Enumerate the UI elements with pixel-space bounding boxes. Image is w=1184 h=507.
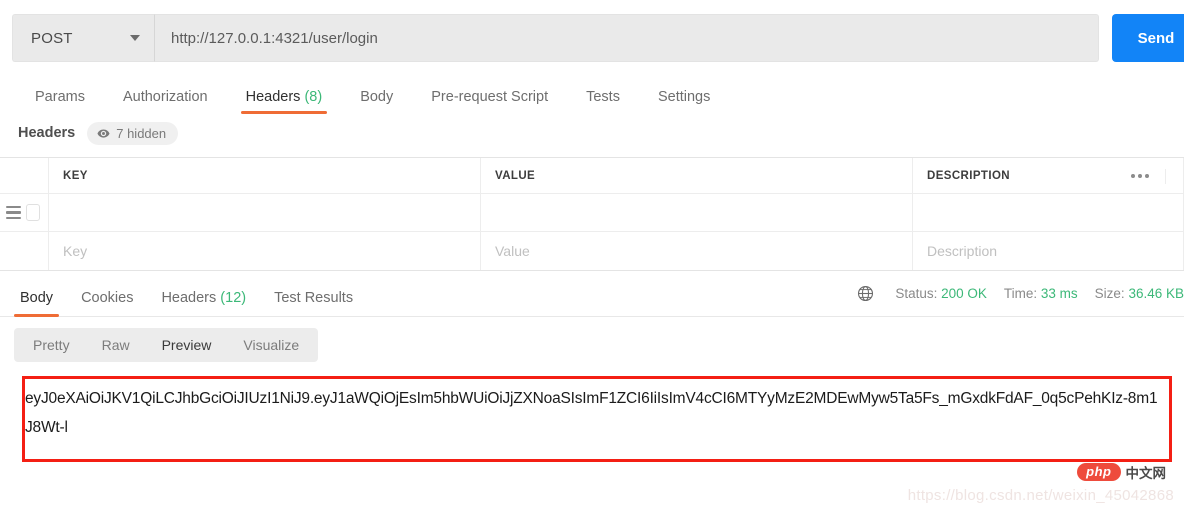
tab-settings[interactable]: Settings <box>639 89 729 114</box>
tab-body-label: Body <box>360 89 394 105</box>
url-text: http://127.0.0.1:4321/user/login <box>171 29 378 47</box>
placeholder-description-input[interactable]: Description <box>913 232 1184 270</box>
response-tab-headers-count: (12) <box>220 289 247 306</box>
response-tabs: Body Cookies Headers (12) Test Results <box>6 271 367 317</box>
http-method-label: POST <box>31 29 73 47</box>
http-method-dropdown[interactable]: POST <box>12 14 155 62</box>
php-watermark-site: 中文网 <box>1125 466 1167 481</box>
size-value: 36.46 KB <box>1128 286 1184 301</box>
php-watermark: php 中文网 <box>1077 462 1166 482</box>
tab-body[interactable]: Body <box>341 89 412 114</box>
globe-icon[interactable] <box>857 285 874 302</box>
dot-1 <box>1131 174 1135 178</box>
size-label: Size: <box>1094 286 1125 301</box>
table-tools: Bulk Edit <box>1115 158 1184 194</box>
column-header-key: KEY <box>49 158 481 193</box>
hidden-headers-count: 7 hidden <box>116 125 167 141</box>
placeholder-key-input[interactable]: Key <box>49 232 481 270</box>
request-url-row: POST http://127.0.0.1:4321/user/login Se… <box>0 0 1184 76</box>
response-tab-body-label: Body <box>20 289 54 306</box>
status-label: Status: <box>895 286 938 301</box>
tab-headers-label: Headers <box>245 89 301 105</box>
tab-headers[interactable]: Headers (8) <box>227 89 342 114</box>
time-meta[interactable]: Time: 33 ms <box>1004 286 1078 301</box>
tab-tests[interactable]: Tests <box>567 89 639 114</box>
tab-authorization[interactable]: Authorization <box>104 89 227 114</box>
row-key-input[interactable] <box>49 194 481 231</box>
tab-tests-label: Tests <box>586 89 620 105</box>
tab-params-label: Params <box>35 89 85 105</box>
table-placeholder-row[interactable]: Key Value Description <box>0 232 1184 270</box>
headers-subsection-bar: Headers 7 hidden <box>0 114 1184 152</box>
time-label: Time: <box>1003 286 1038 301</box>
time-value: 33 ms <box>1040 286 1078 301</box>
view-mode-preview[interactable]: Preview <box>146 331 228 359</box>
headers-table: KEY VALUE DESCRIPTION Bulk Edit Key Valu… <box>0 157 1184 271</box>
drag-handle-icon[interactable] <box>6 205 21 220</box>
table-header-grip-cell <box>0 158 49 193</box>
response-meta: Status: 200 OK Time: 33 ms Size: 36.46 K… <box>857 285 1184 302</box>
response-tab-test-results-label: Test Results <box>274 289 354 306</box>
placeholder-value-input[interactable]: Value <box>481 232 913 270</box>
table-header-row: KEY VALUE DESCRIPTION Bulk Edit <box>0 158 1184 194</box>
row-description-input[interactable] <box>913 194 1184 231</box>
eye-icon <box>97 128 110 138</box>
row-checkbox[interactable] <box>26 204 40 221</box>
tab-pre-request-script[interactable]: Pre-request Script <box>412 89 567 114</box>
status-meta[interactable]: Status: 200 OK <box>895 286 987 301</box>
response-tab-test-results[interactable]: Test Results <box>260 271 367 317</box>
response-tab-bar: Body Cookies Headers (12) Test Results S… <box>0 271 1184 317</box>
column-header-value: VALUE <box>481 158 913 193</box>
bulk-edit-button[interactable]: Bulk Edit <box>1165 168 1180 184</box>
response-tab-cookies[interactable]: Cookies <box>67 271 147 317</box>
tab-authorization-label: Authorization <box>122 89 208 105</box>
response-tab-body[interactable]: Body <box>6 271 67 317</box>
hidden-headers-toggle[interactable]: 7 hidden <box>87 121 179 145</box>
response-view-row: Pretty Raw Preview Visualize <box>0 317 1184 370</box>
php-watermark-logo: php <box>1077 463 1121 481</box>
row-grip-cell <box>0 194 49 231</box>
response-body-token[interactable]: eyJ0eXAiOiJKV1QiLCJhbGciOiJIUzI1NiJ9.eyJ… <box>25 384 1161 442</box>
placeholder-grip-cell <box>0 232 49 270</box>
dot-3 <box>1145 174 1149 178</box>
dot-2 <box>1138 174 1142 178</box>
response-tab-headers-label: Headers <box>161 289 217 306</box>
view-mode-raw[interactable]: Raw <box>86 331 146 359</box>
tab-headers-count: (8) <box>304 89 323 105</box>
request-tab-bar: Params Authorization Headers (8) Body Pr… <box>0 76 1184 114</box>
send-button[interactable]: Send <box>1112 14 1184 62</box>
url-watermark: https://blog.csdn.net/weixin_45042868 <box>907 487 1174 504</box>
row-value-input[interactable] <box>481 194 913 231</box>
status-value: 200 OK <box>941 286 987 301</box>
view-mode-pretty[interactable]: Pretty <box>17 331 86 359</box>
response-tab-headers[interactable]: Headers (12) <box>147 271 260 317</box>
tab-pre-request-script-label: Pre-request Script <box>431 89 549 105</box>
table-row[interactable] <box>0 194 1184 232</box>
response-body-highlight-box: eyJ0eXAiOiJKV1QiLCJhbGciOiJIUzI1NiJ9.eyJ… <box>22 376 1172 462</box>
response-tab-cookies-label: Cookies <box>81 289 134 306</box>
view-mode-visualize[interactable]: Visualize <box>227 331 315 359</box>
chevron-down-icon <box>130 35 140 41</box>
more-options-icon[interactable] <box>1115 174 1165 178</box>
tab-params[interactable]: Params <box>16 89 104 114</box>
size-meta[interactable]: Size: 36.46 KB <box>1095 286 1184 301</box>
response-view-switch: Pretty Raw Preview Visualize <box>14 328 319 362</box>
headers-subsection-title: Headers <box>18 125 76 141</box>
url-input[interactable]: http://127.0.0.1:4321/user/login <box>155 14 1099 62</box>
tab-settings-label: Settings <box>657 89 711 105</box>
